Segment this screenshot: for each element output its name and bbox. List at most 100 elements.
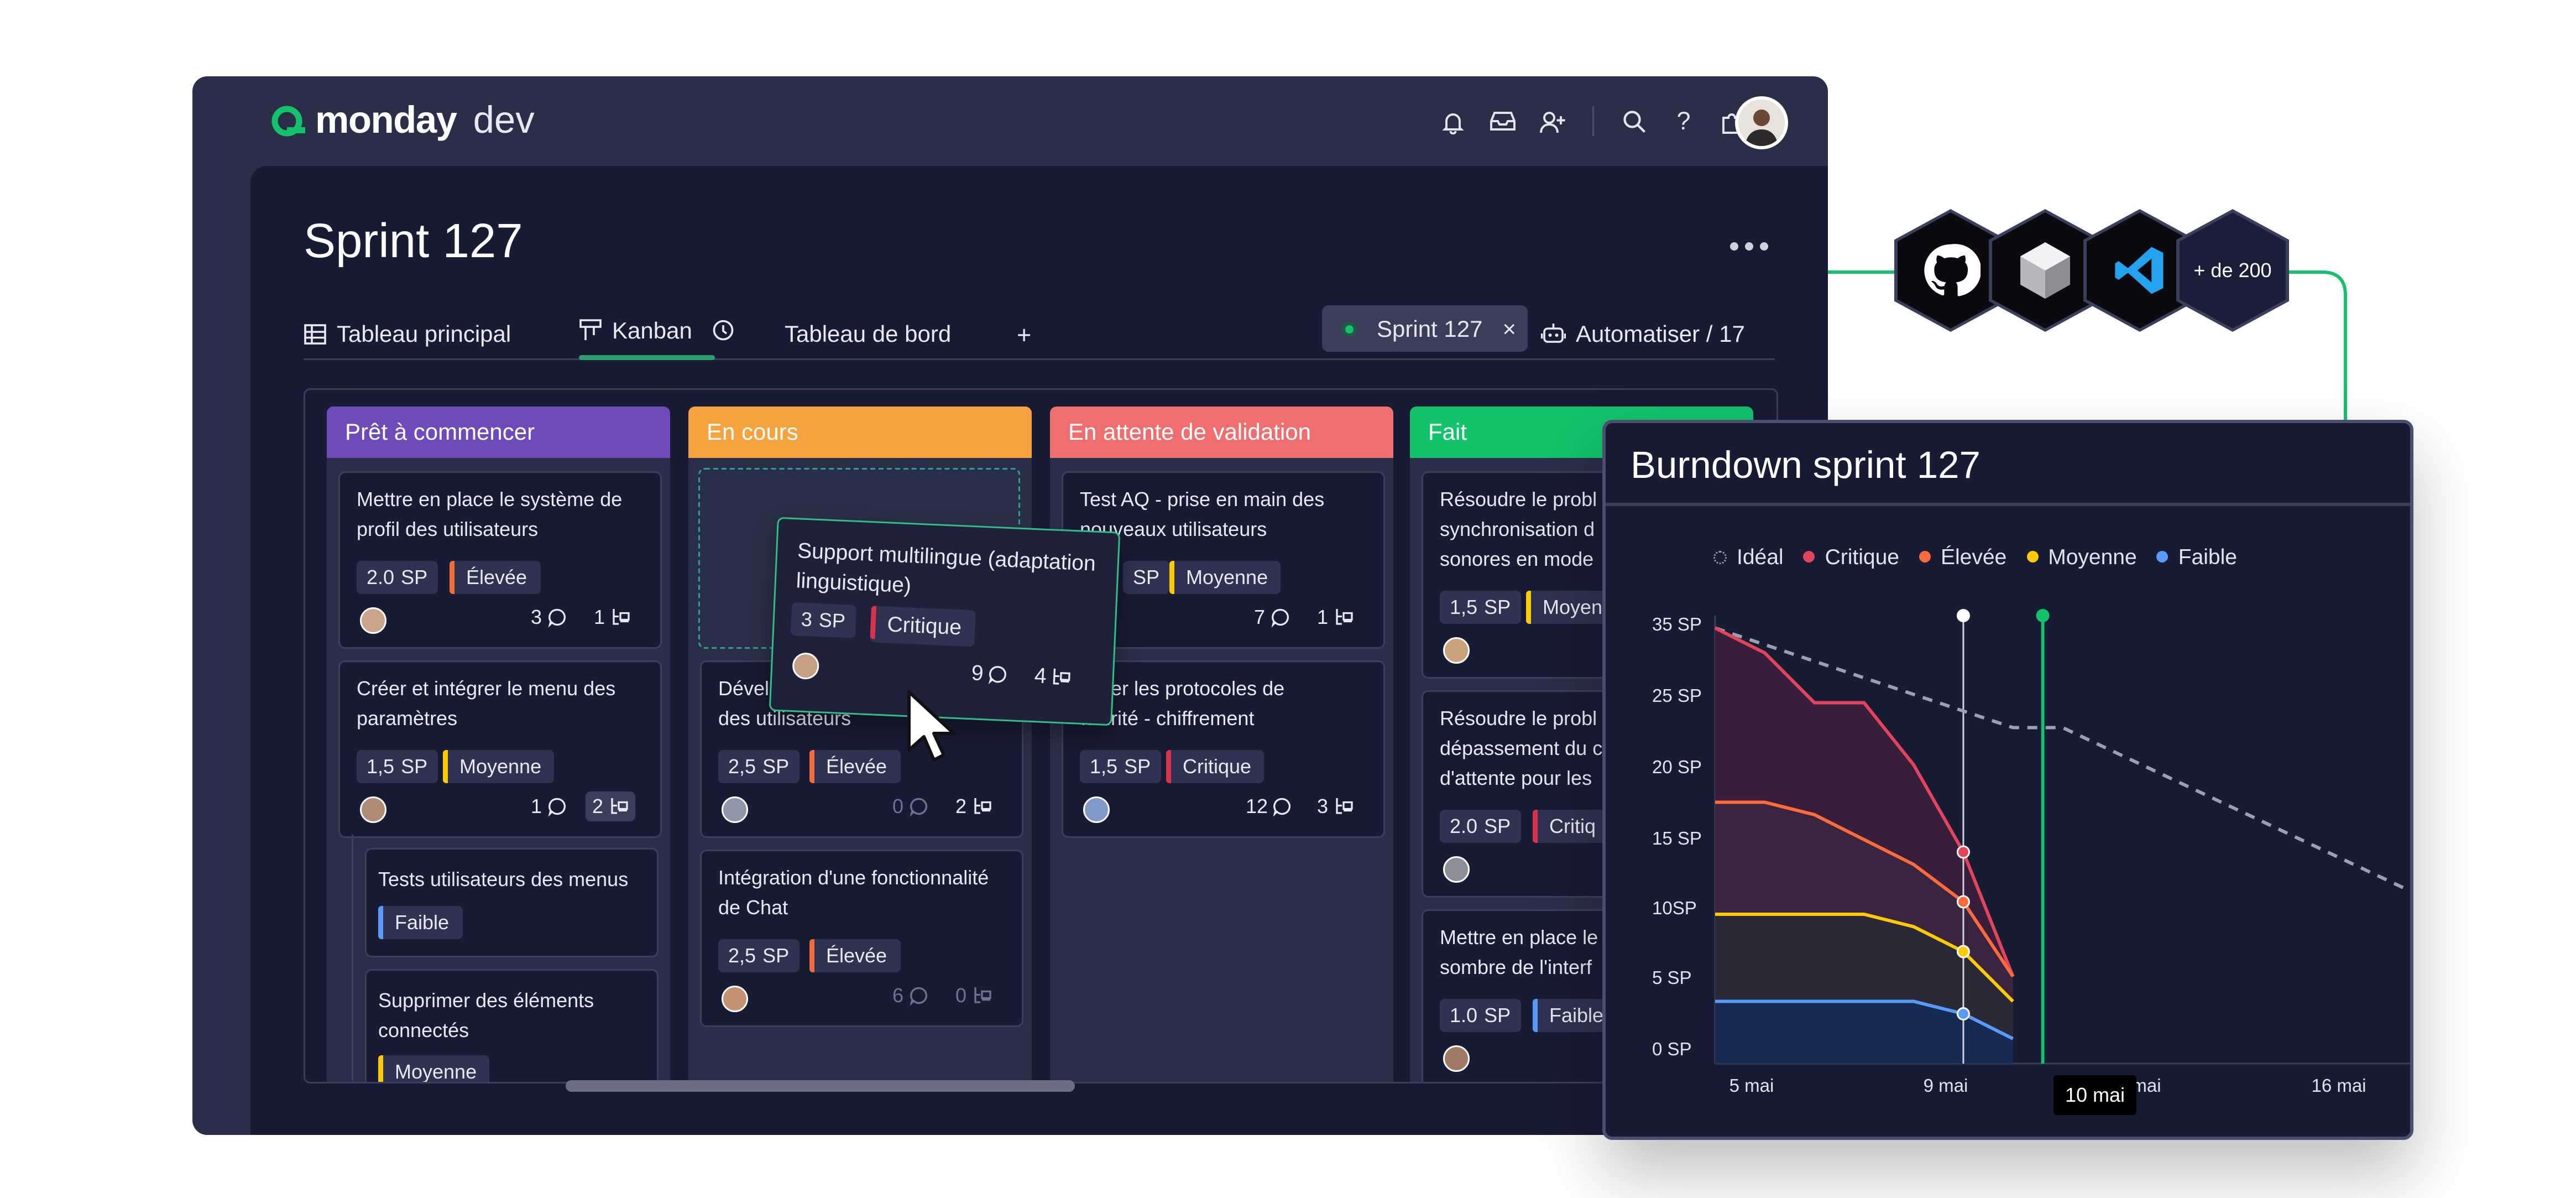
active-tab-indicator [579,355,715,360]
horizontal-scrollbar[interactable] [566,1080,1075,1092]
card-title: Mettre en place le système de profil des… [357,488,623,541]
comment-count[interactable]: 9 [971,660,1009,686]
subitem-count-value: 2 [592,795,604,818]
burndown-widget: Burndown sprint 127 Idéal Critique Élevée M… [1602,420,2413,1140]
logo[interactable]: monday dev [269,98,535,143]
assignee-avatar[interactable] [722,796,748,823]
y-tick-label: 15 SP [1652,828,1702,848]
subitems-icon [974,987,991,1003]
subitem-count[interactable]: 1 [1317,606,1353,629]
card-title-line: sombre de l'interf [1440,956,1592,979]
subitem-card[interactable]: Supprimer des éléments connectés Moyenne [365,969,659,1082]
subitem-count-value: 4 [1033,663,1047,689]
assignee-avatar[interactable] [1083,796,1110,823]
automate-label: Automatiser / 17 [1576,320,1745,347]
tab-main-table[interactable]: Tableau principal [304,320,511,347]
burndown-chart[interactable]: 35 SP 25 SP 20 SP 15 SP 10SP 5 SP 0 SP 5 mai 9 m… [1606,423,2410,1137]
subitem-count[interactable]: 1 [594,606,630,629]
subitem-count-value: 0 [955,984,967,1007]
priority-badge[interactable]: Élevée [809,939,901,972]
series-point [1956,945,1970,959]
card-title: Tests utilisateurs des menus [378,868,629,891]
story-points-unit: SP [762,944,790,967]
subitem-count[interactable]: 2 [955,795,991,818]
user-avatar[interactable] [1735,96,1788,149]
assignee-avatar[interactable] [792,652,820,680]
kanban-column: Prêt à commencer Mettre en place le syst… [327,407,670,1082]
comment-count[interactable]: 1 [531,795,567,818]
priority-badge[interactable]: Faible [378,906,463,939]
subitems-icon [1053,668,1071,684]
integration-more-label: + de 200 [2180,212,2286,329]
story-points-unit: SP [1484,815,1511,838]
priority-badge[interactable]: Critique [870,606,976,647]
column-header[interactable]: Prêt à commencer [327,407,670,458]
assignee-avatar[interactable] [360,607,386,634]
help-icon[interactable]: ? [1667,105,1700,138]
comment-count-value: 6 [892,984,904,1007]
priority-badge[interactable]: Élevée [809,750,901,783]
comment-count[interactable]: 7 [1254,606,1290,629]
tab-label: Tableau de bord [785,320,952,347]
comment-icon [909,987,927,1006]
comment-count-value: 3 [531,606,542,629]
clock-icon[interactable] [712,319,735,342]
story-points-badge: 1,5 SP [357,750,438,783]
x-tick-label: 5 mai [1729,1075,1774,1096]
comment-count[interactable]: 0 [892,795,928,818]
search-icon[interactable] [1617,105,1650,138]
story-points-value: 2.0 [1450,815,1478,838]
mouse-cursor-icon [907,690,955,762]
bell-icon[interactable] [1436,105,1470,138]
story-points-value: 3 [801,607,813,632]
story-points-value: 2.0 [367,566,395,589]
unity-icon [2020,242,2070,299]
status-dot-icon [1342,321,1357,336]
subitem-count[interactable]: 3 [1317,795,1353,818]
priority-badge[interactable]: Critiq [1533,810,1610,843]
subitem-card[interactable]: Tests utilisateurs des menus Faible [365,848,659,957]
subitem-count[interactable]: 2 [586,791,635,821]
subitem-count[interactable]: 0 [955,984,991,1007]
assignee-avatar[interactable] [1443,1045,1470,1072]
more-options-icon[interactable] [1730,242,1768,251]
card-title: …der les protocoles de …urité - chiffreme… [1080,674,1375,733]
sprint-filter-chip[interactable]: Sprint 127 × [1322,305,1528,352]
story-points-unit: SP [1484,596,1511,619]
column-header[interactable]: En cours [688,407,1032,458]
add-view-button[interactable]: + [1017,322,1031,350]
card-title: Supprimer des éléments connectés [378,989,594,1042]
priority-badge[interactable]: Moyenne [378,1055,490,1082]
tab-kanban[interactable]: Kanban [579,317,735,343]
story-points-value: 1.0 [1450,1004,1478,1027]
priority-badge[interactable]: Critique [1166,750,1265,783]
assignee-avatar[interactable] [722,986,748,1012]
tab-dashboard[interactable]: Tableau de bord [785,320,951,347]
card-title: Test AQ - prise en main des nouveaux uti… [1080,488,1325,541]
kanban-card[interactable]: Mettre en place le système de profil des… [338,471,662,649]
comment-count[interactable]: 12 [1246,795,1293,818]
assignee-avatar[interactable] [1443,637,1470,664]
comment-count[interactable]: 3 [531,606,567,629]
clear-filter-icon[interactable]: × [1502,315,1516,342]
assignee-avatar[interactable] [1443,856,1470,883]
subitem-count-value: 2 [955,795,967,818]
subitem-count-value: 1 [594,606,605,629]
column-header[interactable]: En attente de validation [1050,407,1393,458]
invite-user-icon[interactable] [1536,105,1569,138]
y-tick-label: 5 SP [1652,967,1692,988]
comment-icon [1271,608,1289,627]
comment-count[interactable]: 6 [892,984,928,1007]
automate-button[interactable]: Automatiser / 17 [1541,320,1745,347]
priority-badge[interactable]: Moyenne [1169,561,1282,594]
priority-badge[interactable]: Élevée [450,561,541,594]
story-points-badge: 2,5 SP [718,750,800,783]
comment-count-value: 7 [1254,606,1266,629]
kanban-card[interactable]: Intégration d'une fonctionnalité de Chat… [700,850,1023,1027]
kanban-card[interactable]: Créer et intégrer le menu des paramètres… [338,660,662,838]
subitem-count[interactable]: 4 [1034,663,1072,689]
inbox-icon[interactable] [1486,105,1519,138]
tabs-divider [304,358,1775,360]
assignee-avatar[interactable] [360,796,386,823]
priority-badge[interactable]: Moyenne [443,750,555,783]
